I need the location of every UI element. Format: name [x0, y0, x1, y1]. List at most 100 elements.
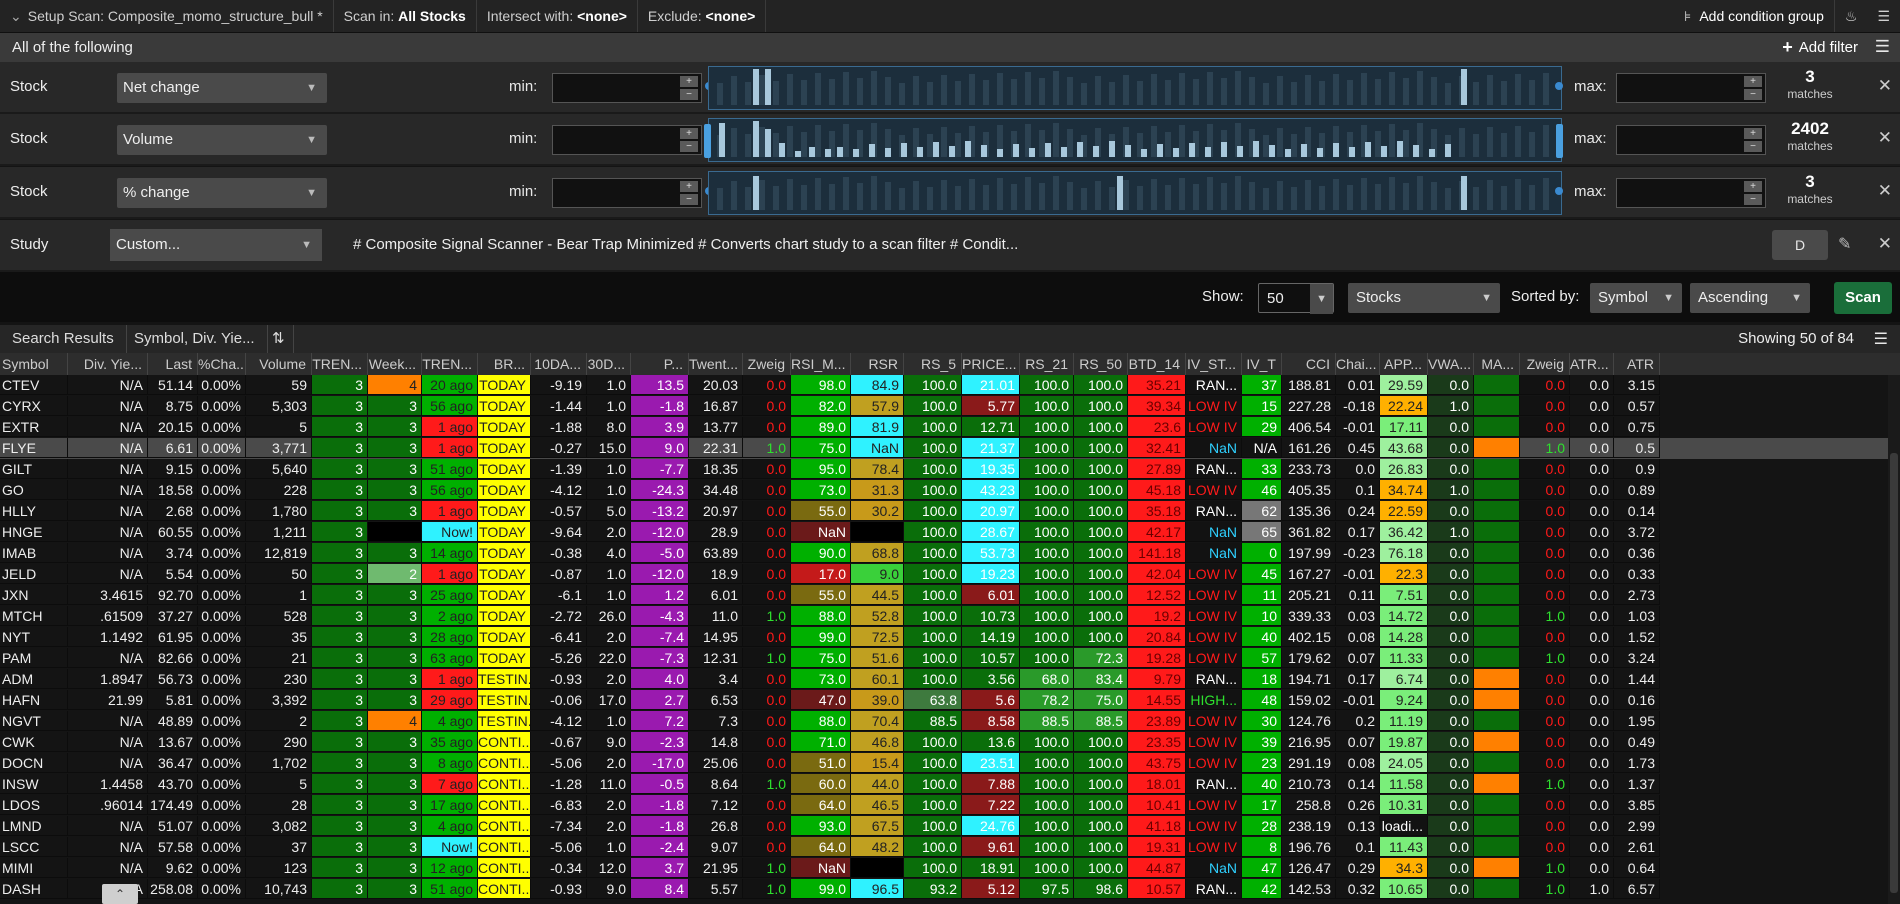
symbol-cell[interactable]: GILT [0, 459, 68, 479]
table-row[interactable]: HNGE N/A 60.55 0.00% 1,211 3 Now! TODAY -9.64 2.0… [0, 522, 1888, 543]
column-header[interactable]: RS_5 [904, 353, 962, 375]
table-row[interactable]: IMAB N/A 3.74 0.00% 12,819 3 3 14 ago TODAY -0.38… [0, 543, 1888, 564]
scan-title[interactable]: ⌄ Setup Scan: Composite_momo_structure_bu… [0, 0, 334, 32]
column-header[interactable]: ATR [1614, 353, 1660, 375]
menu-button[interactable]: ☰ [1867, 0, 1900, 32]
symbol-cell[interactable]: JELD [0, 564, 68, 584]
max-input[interactable]: + − [1616, 73, 1766, 103]
table-row[interactable]: LSCC N/A 57.58 0.00% 37 3 3 Now! CONTI... -5.06 1.… [0, 837, 1888, 858]
sort-stepper[interactable]: ⇅ [264, 325, 294, 353]
table-row[interactable]: CYRX N/A 8.75 0.00% 5,303 3 3 56 ago TODAY -1.44 1… [0, 396, 1888, 417]
symbol-cell[interactable]: JXN [0, 585, 68, 605]
menu-icon[interactable]: ☰ [1875, 37, 1890, 57]
study-code-preview[interactable]: # Composite Signal Scanner - Bear Trap M… [353, 236, 1018, 253]
column-header[interactable]: Twent... [689, 353, 743, 375]
symbol-cell[interactable]: DOCN [0, 753, 68, 773]
table-row[interactable]: HLLY N/A 2.68 0.00% 1,780 3 3 1 ago TODAY -0.57 5.… [0, 501, 1888, 522]
table-row[interactable]: DOCN N/A 36.47 0.00% 1,702 3 3 8 ago CONTI... -5.… [0, 753, 1888, 774]
table-row[interactable]: JXN 3.4615 92.70 0.00% 1 3 3 25 ago TODAY -6.1 1.0… [0, 585, 1888, 606]
exclude-selector[interactable]: Exclude: <none> [638, 0, 767, 32]
min-input[interactable]: + − [552, 125, 702, 155]
column-header[interactable]: VWA... [1428, 353, 1474, 375]
tab-watchlist-columns[interactable]: Symbol, Div. Yie... [122, 325, 268, 353]
table-row[interactable]: FLYE N/A 6.61 0.00% 3,771 3 3 1 ago TODAY -0.27 15… [0, 438, 1888, 459]
menu-icon[interactable]: ☰ [1874, 329, 1888, 349]
column-header[interactable]: P... [631, 353, 689, 375]
add-condition-group-button[interactable]: ⊧ Add condition group [1674, 0, 1835, 32]
symbol-cell[interactable]: LSCC [0, 837, 68, 857]
pencil-icon[interactable]: ✎ [1838, 234, 1851, 254]
min-input[interactable]: + − [552, 73, 702, 103]
sort-order-select[interactable]: Ascending ▼ [1690, 283, 1810, 313]
remove-filter-icon[interactable]: ✕ [1878, 76, 1892, 96]
symbol-cell[interactable]: EXTR [0, 417, 68, 437]
stepper[interactable]: + − [680, 181, 698, 205]
table-row[interactable]: NYT 1.1492 61.95 0.00% 35 3 3 28 ago TODAY -6.41 2… [0, 627, 1888, 648]
symbol-cell[interactable]: GO [0, 480, 68, 500]
stepper[interactable]: + − [680, 76, 698, 100]
intersect-selector[interactable]: Intersect with: <none> [477, 0, 638, 32]
table-row[interactable]: GO N/A 18.58 0.00% 228 3 3 56 ago TODAY -4.12 1.0-… [0, 480, 1888, 501]
remove-filter-icon[interactable]: ✕ [1878, 128, 1892, 148]
hot-list-button[interactable]: ♨ [1835, 0, 1868, 32]
column-header[interactable]: Zweig [743, 353, 791, 375]
symbol-cell[interactable]: CTEV [0, 375, 68, 395]
symbol-cell[interactable]: MIMI [0, 858, 68, 878]
min-input[interactable]: + − [552, 178, 702, 208]
symbol-cell[interactable]: HLLY [0, 501, 68, 521]
scrollbar-thumb[interactable] [1890, 453, 1898, 893]
max-input[interactable]: + − [1616, 125, 1766, 155]
symbol-cell[interactable]: HAFN [0, 690, 68, 710]
column-header[interactable]: CCI [1282, 353, 1336, 375]
column-header[interactable]: APP... [1380, 353, 1428, 375]
symbol-cell[interactable]: HNGE [0, 522, 68, 542]
column-header[interactable]: Symbol [0, 353, 68, 375]
symbol-cell[interactable]: MTCH [0, 606, 68, 626]
table-row[interactable]: LMND N/A 51.07 0.00% 3,082 3 3 4 ago CONTI... -7.… [0, 816, 1888, 837]
type-select[interactable]: Stocks ▼ [1348, 283, 1500, 313]
column-header[interactable]: RSR [851, 353, 904, 375]
column-header[interactable]: IV_ST... [1186, 353, 1242, 375]
symbol-cell[interactable]: FLYE [0, 438, 68, 458]
column-header[interactable]: Last [148, 353, 198, 375]
column-header[interactable]: Chai... [1336, 353, 1380, 375]
table-row[interactable]: NGVTN/A48.890.00%2344 agoTESTIN...-4.121… [0, 711, 1888, 732]
column-header[interactable]: IV_T [1242, 353, 1282, 375]
filter-field-select[interactable]: Net change ▼ [117, 73, 327, 103]
table-row[interactable]: JELD N/A 5.54 0.00% 50 3 2 1 ago TODAY -0.87 1.0 -1… [0, 564, 1888, 585]
scan-in-selector[interactable]: Scan in: All Stocks [334, 0, 477, 32]
filter-field-select[interactable]: % change ▼ [117, 178, 327, 208]
table-row[interactable]: HAFN21.995.810.00%3,3923329 agoTESTIN...… [0, 690, 1888, 711]
study-select[interactable]: Custom... ▼ [110, 229, 322, 261]
column-header[interactable]: Volume [246, 353, 312, 375]
max-input[interactable]: + − [1616, 178, 1766, 208]
symbol-cell[interactable]: DASH [0, 879, 68, 899]
symbol-cell[interactable]: CYRX [0, 396, 68, 416]
column-header[interactable]: Div. Yie... [68, 353, 148, 375]
table-row[interactable]: INSW 1.4458 43.70 0.00% 5 3 3 7 ago CONTI... -1.2… [0, 774, 1888, 795]
chevron-up-icon[interactable]: ⌃ [102, 884, 138, 904]
filter-field-select[interactable]: Volume ▼ [117, 125, 327, 155]
table-row[interactable]: GILT N/A 9.15 0.00% 5,640 3 3 51 ago TODAY -1.39 1… [0, 459, 1888, 480]
column-header[interactable]: TREN... [422, 353, 478, 375]
show-count-select[interactable]: 50 ▼ [1258, 283, 1334, 314]
column-header[interactable]: %Cha... [198, 353, 246, 375]
table-row[interactable]: ADM1.894756.730.00%230331 agoTESTIN...-0… [0, 669, 1888, 690]
column-header[interactable]: RS_21 [1020, 353, 1074, 375]
table-row[interactable]: DASHN/A258.080.00%10,7433351 agoCONTI...… [0, 879, 1888, 900]
column-header[interactable]: MA... [1474, 353, 1520, 375]
symbol-cell[interactable]: IMAB [0, 543, 68, 563]
symbol-cell[interactable]: INSW [0, 774, 68, 794]
column-header[interactable]: 10DA... [531, 353, 587, 375]
column-header[interactable]: 30D... [587, 353, 631, 375]
sort-field-select[interactable]: Symbol ▼ [1590, 283, 1682, 313]
column-header[interactable]: Week... [368, 353, 422, 375]
tab-search-results[interactable]: Search Results [0, 325, 127, 353]
column-header[interactable]: RS_50 [1074, 353, 1128, 375]
symbol-cell[interactable]: NYT [0, 627, 68, 647]
scan-button[interactable]: Scan [1834, 282, 1892, 314]
symbol-cell[interactable]: NGVT [0, 711, 68, 731]
symbol-cell[interactable]: CWK [0, 732, 68, 752]
symbol-cell[interactable]: ADM [0, 669, 68, 689]
symbol-cell[interactable]: PAM [0, 648, 68, 668]
